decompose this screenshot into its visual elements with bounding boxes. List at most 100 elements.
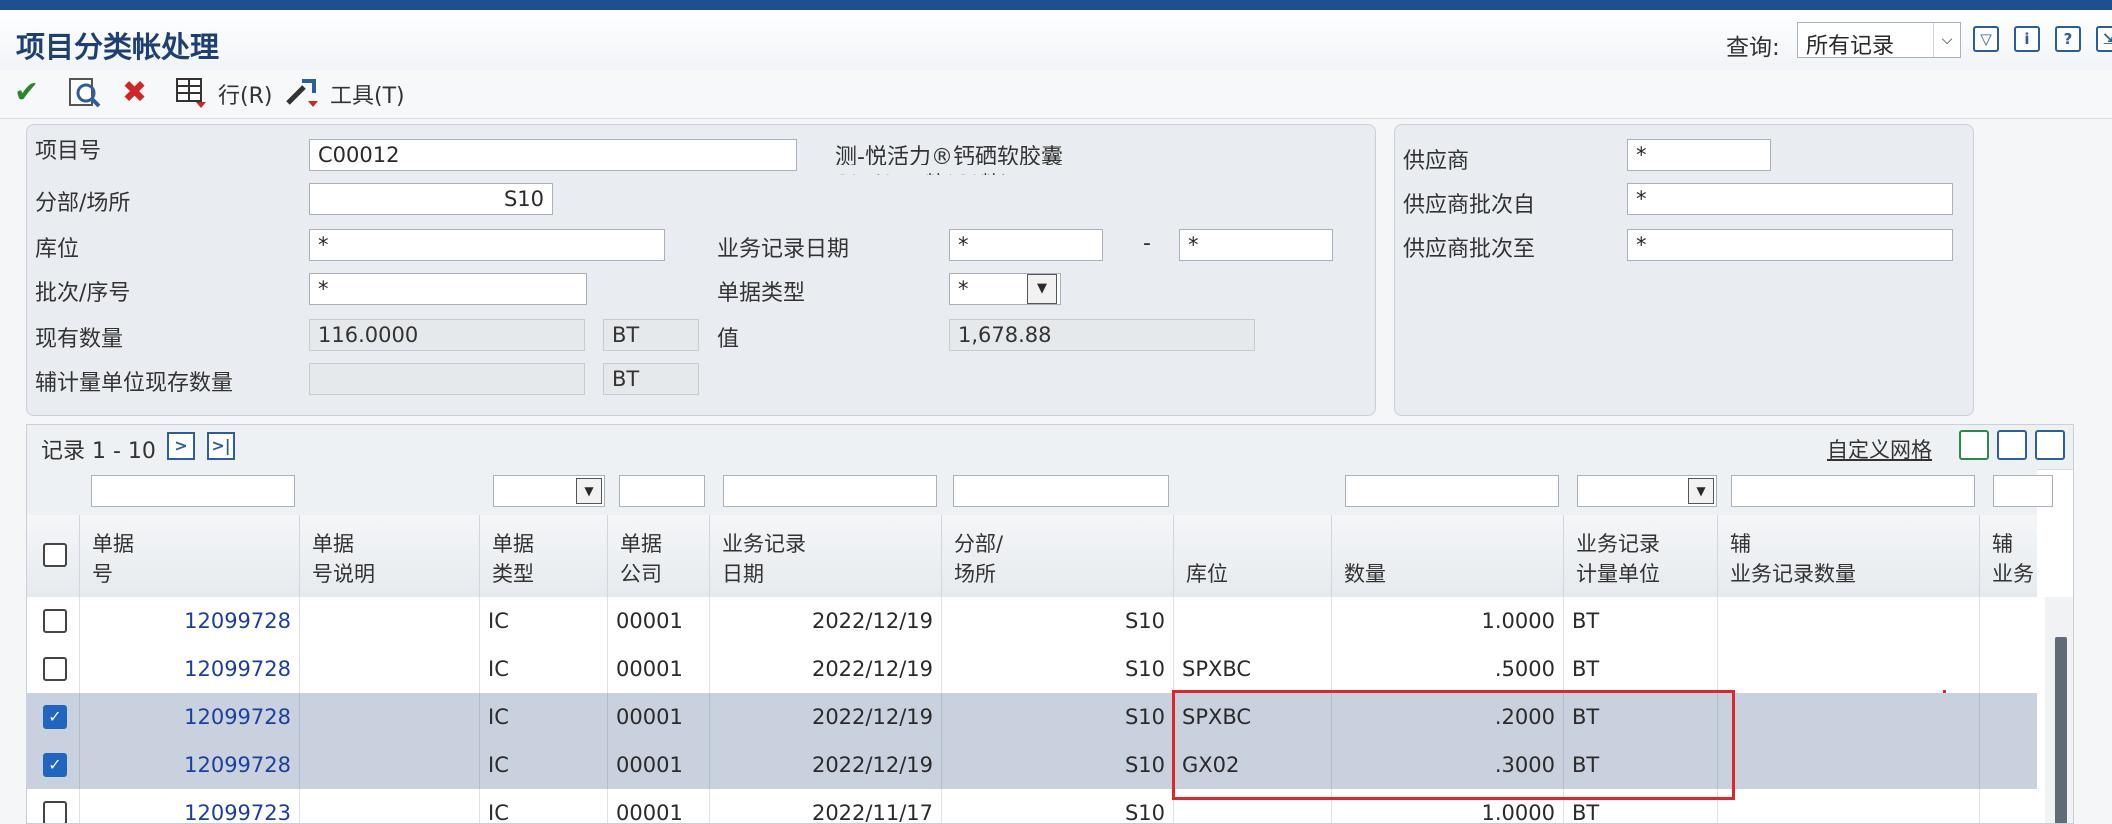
filter-dropdown-icon[interactable]: ▼ [1688, 478, 1714, 504]
filter-icon[interactable]: ▽ [1973, 26, 1999, 52]
export-icon[interactable] [1997, 430, 2027, 460]
doc-no-cell[interactable]: 12099728 [79, 741, 299, 789]
supplier-field[interactable]: * [1627, 139, 1771, 171]
doc-no-cell[interactable]: 12099728 [79, 597, 299, 645]
header-txn-date[interactable]: 业务记录 日期 [709, 515, 941, 597]
header-doc-desc[interactable]: 单据 号说明 [299, 515, 479, 597]
filter-doc-type[interactable]: ▼ [493, 475, 605, 507]
row-checkbox[interactable] [43, 657, 67, 681]
header-doc-type[interactable]: 单据 类型 [479, 515, 607, 597]
branch-field[interactable]: S10 [309, 183, 553, 215]
header-secondary-qty[interactable]: 辅业务记录数量 [1717, 515, 1979, 597]
page-title: 项目分类帐处理 [16, 30, 220, 64]
checkmark-icon[interactable]: ✔ [14, 70, 39, 116]
table-row[interactable]: ✓ 12099728 IC 00001 2022/12/19 S10 SPXBC… [27, 693, 2037, 742]
filter-date[interactable] [723, 475, 937, 507]
query-select[interactable]: 所有记录 ⌵ [1797, 22, 1961, 59]
save-icon[interactable] [1959, 430, 1989, 460]
doc-type-label: 单据类型 [717, 281, 806, 306]
table-row[interactable]: 12099728 IC 00001 2022/12/19 S10 SPXBC .… [27, 645, 2037, 694]
tools-icon[interactable] [284, 70, 320, 116]
filter-branch[interactable] [953, 475, 1169, 507]
filter-qty[interactable] [1345, 475, 1559, 507]
last-page-icon[interactable]: >| [207, 432, 235, 460]
company-cell: 00001 [607, 597, 709, 645]
row-icon[interactable] [174, 70, 208, 116]
doc-no-cell[interactable]: 12099728 [79, 645, 299, 693]
filter-company[interactable] [619, 475, 705, 507]
supplier-lot-from-field[interactable]: * [1627, 183, 1953, 215]
qty-cell: 1.0000 [1331, 597, 1563, 645]
row-checkbox[interactable] [43, 801, 67, 823]
header-secondary-uom[interactable]: 辅业务 [1979, 515, 2037, 597]
help-icon[interactable]: ? [2055, 26, 2081, 52]
scrollbar-thumb[interactable] [2055, 637, 2067, 823]
table-row[interactable]: 12099728 IC 00001 2022/12/19 S10 1.0000 … [27, 597, 2037, 646]
qty-cell: .5000 [1331, 645, 1563, 693]
txn-date-label: 业务记录日期 [717, 237, 850, 262]
header-uom[interactable]: 业务记录 计量单位 [1563, 515, 1717, 597]
filter-secondary-uom[interactable] [1993, 475, 2053, 507]
maximize-icon[interactable] [2035, 430, 2065, 460]
header-location[interactable]: 库位 [1173, 515, 1331, 597]
doc-type-cell: IC [479, 789, 607, 823]
doc-type-dropdown-icon[interactable]: ▼ [1027, 274, 1057, 304]
doc-no-cell[interactable]: 12099723 [79, 789, 299, 823]
row-checkbox[interactable] [43, 609, 67, 633]
branch-cell: S10 [941, 789, 1173, 823]
table-row[interactable]: ✓ 12099728 IC 00001 2022/12/19 S10 GX02 … [27, 741, 2037, 790]
secondary-qty-label: 辅计量单位现存数量 [35, 371, 234, 396]
row-menu[interactable]: 行(R) [218, 78, 272, 110]
secondary-uom-cell [1979, 693, 2037, 741]
select-all-checkbox[interactable] [43, 543, 67, 567]
item-description: 测-悦活力®钙硒软胶囊 [835, 145, 1063, 165]
header-qty[interactable]: 数量 [1331, 515, 1563, 597]
filter-dropdown-icon[interactable]: ▼ [576, 478, 602, 504]
header-doc-no[interactable]: 单据号 [79, 515, 299, 597]
find-icon[interactable] [66, 70, 102, 116]
doc-no-cell[interactable]: 12099728 [79, 693, 299, 741]
lot-field[interactable]: * [309, 273, 587, 305]
branch-label: 分部/场所 [35, 191, 131, 216]
txn-date-to-field[interactable]: * [1179, 229, 1333, 261]
company-cell: 00001 [607, 693, 709, 741]
date-cell: 2022/11/17 [709, 789, 941, 823]
header-company[interactable]: 单据 公司 [607, 515, 709, 597]
item-no-label: 项目号 [35, 139, 102, 164]
expand-icon[interactable]: ⇲ [2096, 26, 2112, 52]
secondary-qty-field [309, 363, 585, 395]
txn-date-from-field[interactable]: * [949, 229, 1103, 261]
uom-cell: BT [1563, 645, 1717, 693]
location-field[interactable]: * [309, 229, 665, 261]
tools-menu[interactable]: 工具(T) [330, 78, 405, 110]
uom-cell: BT [1563, 693, 1717, 741]
supplier-lot-to-field[interactable]: * [1627, 229, 1953, 261]
filter-doc-no[interactable] [91, 475, 295, 507]
row-checkbox-checked[interactable]: ✓ [43, 705, 67, 729]
table-row[interactable]: 12099723 IC 00001 2022/11/17 S10 1.0000 … [27, 789, 2037, 823]
supplier-panel: 供应商 * 供应商批次自 * 供应商批次至 * [1394, 124, 1974, 416]
onhand-field: 116.0000 [309, 319, 585, 351]
next-page-icon[interactable]: > [167, 432, 195, 460]
qty-cell: 1.0000 [1331, 789, 1563, 823]
grid-vertical-scrollbar[interactable] [2045, 597, 2073, 823]
query-label: 查询: [1726, 35, 1780, 61]
annotation-dot [1943, 690, 1946, 693]
filter-secondary-qty[interactable] [1731, 475, 1975, 507]
filter-uom[interactable]: ▼ [1577, 475, 1717, 507]
item-description-line2: 60g(0.5g粒*60粒) [835, 167, 1009, 175]
row-checkbox-checked[interactable]: ✓ [43, 753, 67, 777]
customize-grid-link[interactable]: 自定义网格 [1827, 434, 1932, 464]
doc-desc-cell [299, 597, 479, 645]
supplier-lot-to-label: 供应商批次至 [1403, 237, 1536, 262]
item-no-field[interactable]: C00012 [309, 139, 797, 171]
lot-label: 批次/序号 [35, 281, 131, 306]
close-icon[interactable]: ✖ [122, 70, 147, 116]
filter-row: ▼ ▼ [27, 469, 2053, 515]
toolbar: ✔ ✖ 行(R) 工具(T) [0, 70, 2112, 119]
header-branch[interactable]: 分部/场所 [941, 515, 1173, 597]
info-icon[interactable]: i [2014, 26, 2040, 52]
company-cell: 00001 [607, 741, 709, 789]
window-top-strip [0, 0, 2112, 10]
query-select-value: 所有记录 [1806, 34, 1895, 59]
